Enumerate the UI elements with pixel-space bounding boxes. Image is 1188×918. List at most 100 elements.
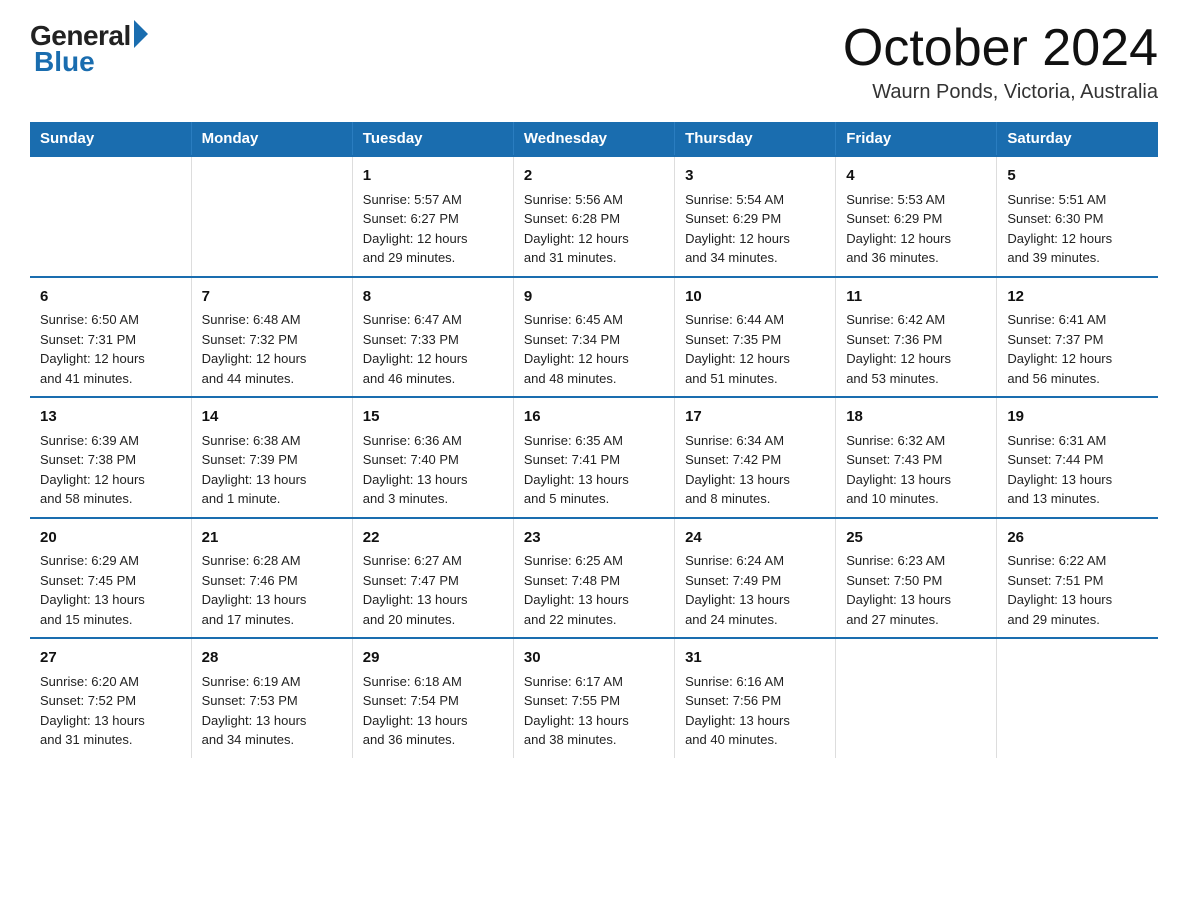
day-number: 14 xyxy=(202,406,342,429)
column-header-monday: Monday xyxy=(191,122,352,156)
day-number: 30 xyxy=(524,647,664,670)
day-info: Sunrise: 6:22 AM Sunset: 7:51 PM Dayligh… xyxy=(1007,551,1148,629)
calendar-cell: 11Sunrise: 6:42 AM Sunset: 7:36 PM Dayli… xyxy=(836,277,997,398)
day-number: 21 xyxy=(202,527,342,550)
calendar-header: SundayMondayTuesdayWednesdayThursdayFrid… xyxy=(30,122,1158,156)
day-number: 1 xyxy=(363,165,503,188)
day-number: 12 xyxy=(1007,286,1148,309)
day-number: 8 xyxy=(363,286,503,309)
calendar-cell xyxy=(997,638,1158,758)
day-info: Sunrise: 6:47 AM Sunset: 7:33 PM Dayligh… xyxy=(363,310,503,388)
calendar-week-2: 6Sunrise: 6:50 AM Sunset: 7:31 PM Daylig… xyxy=(30,277,1158,398)
calendar-cell: 24Sunrise: 6:24 AM Sunset: 7:49 PM Dayli… xyxy=(675,518,836,639)
calendar-cell: 7Sunrise: 6:48 AM Sunset: 7:32 PM Daylig… xyxy=(191,277,352,398)
header-row: SundayMondayTuesdayWednesdayThursdayFrid… xyxy=(30,122,1158,156)
day-number: 3 xyxy=(685,165,825,188)
day-number: 10 xyxy=(685,286,825,309)
day-info: Sunrise: 6:38 AM Sunset: 7:39 PM Dayligh… xyxy=(202,431,342,509)
logo: General Blue xyxy=(30,20,148,78)
calendar-cell: 13Sunrise: 6:39 AM Sunset: 7:38 PM Dayli… xyxy=(30,397,191,518)
calendar-cell: 6Sunrise: 6:50 AM Sunset: 7:31 PM Daylig… xyxy=(30,277,191,398)
page-header: General Blue October 2024 Waurn Ponds, V… xyxy=(30,20,1158,104)
day-number: 5 xyxy=(1007,165,1148,188)
day-info: Sunrise: 6:50 AM Sunset: 7:31 PM Dayligh… xyxy=(40,310,181,388)
day-info: Sunrise: 6:34 AM Sunset: 7:42 PM Dayligh… xyxy=(685,431,825,509)
calendar-cell: 25Sunrise: 6:23 AM Sunset: 7:50 PM Dayli… xyxy=(836,518,997,639)
day-info: Sunrise: 6:32 AM Sunset: 7:43 PM Dayligh… xyxy=(846,431,986,509)
day-info: Sunrise: 5:53 AM Sunset: 6:29 PM Dayligh… xyxy=(846,190,986,268)
day-number: 25 xyxy=(846,527,986,550)
calendar-cell: 17Sunrise: 6:34 AM Sunset: 7:42 PM Dayli… xyxy=(675,397,836,518)
day-number: 19 xyxy=(1007,406,1148,429)
day-number: 13 xyxy=(40,406,181,429)
day-number: 7 xyxy=(202,286,342,309)
calendar-table: SundayMondayTuesdayWednesdayThursdayFrid… xyxy=(30,122,1158,758)
calendar-cell: 3Sunrise: 5:54 AM Sunset: 6:29 PM Daylig… xyxy=(675,156,836,277)
calendar-cell: 12Sunrise: 6:41 AM Sunset: 7:37 PM Dayli… xyxy=(997,277,1158,398)
calendar-cell: 20Sunrise: 6:29 AM Sunset: 7:45 PM Dayli… xyxy=(30,518,191,639)
calendar-body: 1Sunrise: 5:57 AM Sunset: 6:27 PM Daylig… xyxy=(30,156,1158,758)
calendar-week-4: 20Sunrise: 6:29 AM Sunset: 7:45 PM Dayli… xyxy=(30,518,1158,639)
calendar-cell: 15Sunrise: 6:36 AM Sunset: 7:40 PM Dayli… xyxy=(352,397,513,518)
calendar-cell: 28Sunrise: 6:19 AM Sunset: 7:53 PM Dayli… xyxy=(191,638,352,758)
day-number: 16 xyxy=(524,406,664,429)
calendar-cell xyxy=(191,156,352,277)
column-header-friday: Friday xyxy=(836,122,997,156)
day-info: Sunrise: 5:51 AM Sunset: 6:30 PM Dayligh… xyxy=(1007,190,1148,268)
day-number: 4 xyxy=(846,165,986,188)
day-info: Sunrise: 6:28 AM Sunset: 7:46 PM Dayligh… xyxy=(202,551,342,629)
day-info: Sunrise: 6:23 AM Sunset: 7:50 PM Dayligh… xyxy=(846,551,986,629)
calendar-cell: 18Sunrise: 6:32 AM Sunset: 7:43 PM Dayli… xyxy=(836,397,997,518)
day-info: Sunrise: 6:35 AM Sunset: 7:41 PM Dayligh… xyxy=(524,431,664,509)
calendar-cell: 30Sunrise: 6:17 AM Sunset: 7:55 PM Dayli… xyxy=(513,638,674,758)
day-info: Sunrise: 6:27 AM Sunset: 7:47 PM Dayligh… xyxy=(363,551,503,629)
day-info: Sunrise: 6:29 AM Sunset: 7:45 PM Dayligh… xyxy=(40,551,181,629)
calendar-cell: 21Sunrise: 6:28 AM Sunset: 7:46 PM Dayli… xyxy=(191,518,352,639)
calendar-cell: 2Sunrise: 5:56 AM Sunset: 6:28 PM Daylig… xyxy=(513,156,674,277)
calendar-cell: 26Sunrise: 6:22 AM Sunset: 7:51 PM Dayli… xyxy=(997,518,1158,639)
logo-arrow-icon xyxy=(134,20,148,48)
calendar-cell: 4Sunrise: 5:53 AM Sunset: 6:29 PM Daylig… xyxy=(836,156,997,277)
calendar-cell: 9Sunrise: 6:45 AM Sunset: 7:34 PM Daylig… xyxy=(513,277,674,398)
calendar-cell: 22Sunrise: 6:27 AM Sunset: 7:47 PM Dayli… xyxy=(352,518,513,639)
calendar-week-1: 1Sunrise: 5:57 AM Sunset: 6:27 PM Daylig… xyxy=(30,156,1158,277)
day-number: 31 xyxy=(685,647,825,670)
day-number: 22 xyxy=(363,527,503,550)
day-info: Sunrise: 6:42 AM Sunset: 7:36 PM Dayligh… xyxy=(846,310,986,388)
day-info: Sunrise: 6:24 AM Sunset: 7:49 PM Dayligh… xyxy=(685,551,825,629)
day-info: Sunrise: 6:16 AM Sunset: 7:56 PM Dayligh… xyxy=(685,672,825,750)
calendar-cell: 29Sunrise: 6:18 AM Sunset: 7:54 PM Dayli… xyxy=(352,638,513,758)
day-info: Sunrise: 6:20 AM Sunset: 7:52 PM Dayligh… xyxy=(40,672,181,750)
calendar-cell: 5Sunrise: 5:51 AM Sunset: 6:30 PM Daylig… xyxy=(997,156,1158,277)
column-header-thursday: Thursday xyxy=(675,122,836,156)
calendar-cell: 31Sunrise: 6:16 AM Sunset: 7:56 PM Dayli… xyxy=(675,638,836,758)
calendar-cell: 10Sunrise: 6:44 AM Sunset: 7:35 PM Dayli… xyxy=(675,277,836,398)
calendar-week-5: 27Sunrise: 6:20 AM Sunset: 7:52 PM Dayli… xyxy=(30,638,1158,758)
day-number: 23 xyxy=(524,527,664,550)
calendar-cell: 8Sunrise: 6:47 AM Sunset: 7:33 PM Daylig… xyxy=(352,277,513,398)
column-header-wednesday: Wednesday xyxy=(513,122,674,156)
day-info: Sunrise: 6:19 AM Sunset: 7:53 PM Dayligh… xyxy=(202,672,342,750)
day-info: Sunrise: 6:48 AM Sunset: 7:32 PM Dayligh… xyxy=(202,310,342,388)
column-header-tuesday: Tuesday xyxy=(352,122,513,156)
day-number: 24 xyxy=(685,527,825,550)
calendar-cell: 16Sunrise: 6:35 AM Sunset: 7:41 PM Dayli… xyxy=(513,397,674,518)
day-number: 6 xyxy=(40,286,181,309)
day-info: Sunrise: 6:31 AM Sunset: 7:44 PM Dayligh… xyxy=(1007,431,1148,509)
day-info: Sunrise: 6:17 AM Sunset: 7:55 PM Dayligh… xyxy=(524,672,664,750)
day-info: Sunrise: 6:45 AM Sunset: 7:34 PM Dayligh… xyxy=(524,310,664,388)
calendar-cell xyxy=(30,156,191,277)
day-number: 28 xyxy=(202,647,342,670)
day-info: Sunrise: 6:44 AM Sunset: 7:35 PM Dayligh… xyxy=(685,310,825,388)
month-title: October 2024 xyxy=(843,20,1158,77)
calendar-cell: 27Sunrise: 6:20 AM Sunset: 7:52 PM Dayli… xyxy=(30,638,191,758)
day-number: 11 xyxy=(846,286,986,309)
calendar-week-3: 13Sunrise: 6:39 AM Sunset: 7:38 PM Dayli… xyxy=(30,397,1158,518)
day-info: Sunrise: 5:56 AM Sunset: 6:28 PM Dayligh… xyxy=(524,190,664,268)
calendar-cell: 1Sunrise: 5:57 AM Sunset: 6:27 PM Daylig… xyxy=(352,156,513,277)
calendar-cell: 19Sunrise: 6:31 AM Sunset: 7:44 PM Dayli… xyxy=(997,397,1158,518)
day-info: Sunrise: 6:36 AM Sunset: 7:40 PM Dayligh… xyxy=(363,431,503,509)
day-number: 17 xyxy=(685,406,825,429)
calendar-cell xyxy=(836,638,997,758)
column-header-sunday: Sunday xyxy=(30,122,191,156)
